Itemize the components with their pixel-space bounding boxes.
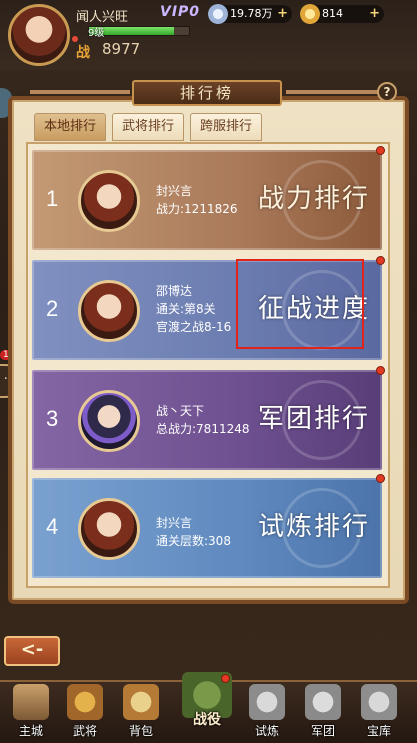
nav-label: 试炼 — [254, 724, 279, 738]
treasury-icon — [361, 684, 397, 720]
tab-local-ranking[interactable]: 本地排行 — [34, 113, 106, 141]
ranked-player-stat: 通关:第8关 — [156, 302, 216, 316]
castle-icon — [13, 684, 49, 720]
gold-resource: 814 + — [300, 4, 384, 24]
ranked-player-stage: 官渡之战8-16 — [156, 320, 232, 334]
nav-main-city[interactable]: 主城 — [4, 682, 58, 743]
tab-cross-server-ranking[interactable]: 跨服排行 — [190, 113, 262, 141]
add-silver-button[interactable]: + — [277, 5, 288, 23]
avatar — [78, 498, 140, 560]
ranked-player-name: 战丶天下 — [156, 404, 205, 418]
helmet-icon — [67, 684, 103, 720]
player-power: 8977 — [102, 40, 141, 58]
player-name: 闻人兴旺 — [76, 10, 129, 25]
silver-resource: 19.78万 + — [208, 4, 292, 24]
rank-number: 4 — [46, 514, 59, 539]
avatar — [78, 170, 140, 232]
nav-label: 军团 — [310, 724, 335, 738]
nav-notification-dot — [221, 674, 230, 683]
ranking-category-label: 军团排行 — [257, 404, 370, 434]
help-button[interactable]: ? — [377, 82, 397, 102]
nav-label: 武将 — [72, 724, 97, 738]
panel-title: 排行榜 — [179, 84, 234, 102]
ranked-player-stat: 战力:1211826 — [156, 202, 238, 216]
silver-coin-icon — [208, 4, 228, 24]
nav-label: 战役 — [193, 712, 221, 728]
ranking-row-trial[interactable]: 4 封兴言 通关层数:308 试炼排行 — [32, 478, 382, 578]
nav-trial[interactable]: 试炼 — [240, 682, 294, 743]
nav-legion[interactable]: 军团 — [296, 682, 350, 743]
rank-number: 2 — [46, 296, 59, 321]
rank-number: 3 — [46, 406, 59, 431]
tab-general-ranking[interactable]: 武将排行 — [112, 113, 184, 141]
nav-treasury[interactable]: 宝库 — [352, 682, 406, 743]
add-gold-button[interactable]: + — [369, 5, 380, 23]
vip-badge[interactable]: VIP0 — [160, 4, 200, 20]
player-level: 9级 — [88, 28, 105, 39]
back-button[interactable]: <- — [4, 636, 60, 666]
ranked-player-name: 封兴言 — [156, 184, 193, 198]
ranked-player-stat: 总战力:7811248 — [156, 422, 250, 436]
highlight-annotation-box — [236, 259, 364, 349]
avatar — [78, 280, 140, 342]
trial-icon — [249, 684, 285, 720]
ranking-row-legion[interactable]: 3 战丶天下 总战力:7811248 军团排行 — [32, 370, 382, 470]
row-notification-dot — [376, 256, 385, 265]
gold-amount: 814 — [322, 7, 343, 20]
ranked-player-name: 封兴言 — [156, 516, 193, 530]
nav-label: 背包 — [128, 724, 153, 738]
player-avatar[interactable] — [8, 4, 70, 66]
title-ornament-left — [30, 90, 130, 94]
nav-label: 主城 — [18, 724, 43, 738]
avatar — [78, 390, 140, 452]
nav-campaign[interactable]: 战役 — [176, 672, 238, 733]
ranked-player-name: 邵博达 — [156, 284, 193, 298]
nav-label: 宝库 — [366, 724, 391, 738]
power-icon: 战 — [76, 45, 90, 61]
row-notification-dot — [376, 366, 385, 375]
gold-ingot-icon — [300, 4, 320, 24]
bag-icon — [123, 684, 159, 720]
ranking-category-label: 战力排行 — [257, 184, 370, 214]
ranked-player-stat: 通关层数:308 — [156, 534, 231, 548]
rank-number: 1 — [46, 186, 59, 211]
nav-bag[interactable]: 背包 — [114, 682, 168, 743]
row-notification-dot — [376, 474, 385, 483]
ranking-row-power[interactable]: 1 封兴言 战力:1211826 战力排行 — [32, 150, 382, 250]
ranking-category-label: 试炼排行 — [257, 512, 370, 542]
nav-generals[interactable]: 武将 — [58, 682, 112, 743]
silver-amount: 19.78万 — [230, 7, 273, 20]
legion-icon — [305, 684, 341, 720]
title-ornament-right — [286, 90, 386, 94]
row-notification-dot — [376, 146, 385, 155]
